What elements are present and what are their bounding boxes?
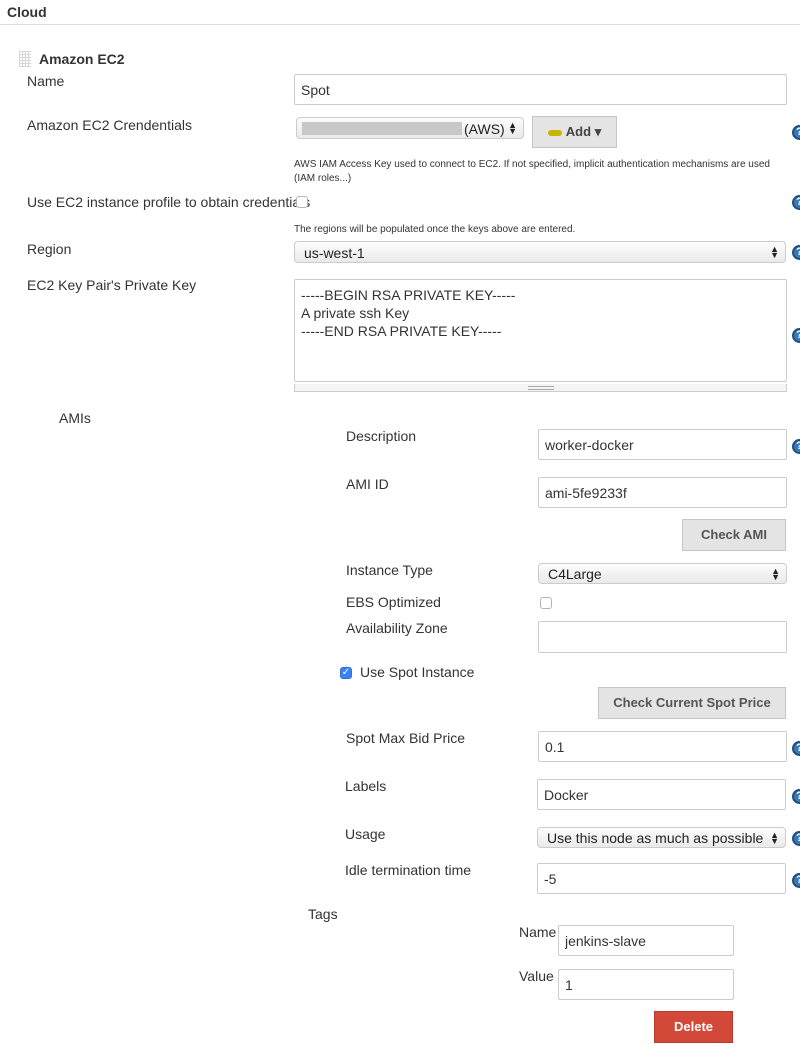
cloud-divider bbox=[0, 24, 800, 25]
usage-select[interactable]: Use this node as much as possible ▲ ▼ bbox=[537, 827, 786, 848]
help-icon[interactable]: ? bbox=[792, 831, 800, 846]
key-icon bbox=[547, 129, 562, 136]
ebs-optimized-checkbox[interactable] bbox=[540, 597, 552, 609]
credentials-label: Amazon EC2 Crendentials bbox=[27, 117, 192, 133]
tag-value-input[interactable] bbox=[558, 969, 734, 1000]
help-icon[interactable]: ? bbox=[792, 741, 800, 756]
credentials-help-text: AWS IAM Access Key used to connect to EC… bbox=[294, 159, 770, 184]
ami-id-input[interactable] bbox=[538, 477, 787, 508]
ebs-optimized-label: EBS Optimized bbox=[346, 594, 441, 610]
credentials-select-value: (AWS) bbox=[464, 121, 505, 137]
description-label: Description bbox=[346, 428, 417, 444]
amis-label: AMIs bbox=[59, 410, 91, 426]
instance-type-label: Instance Type bbox=[346, 562, 433, 578]
select-arrows-icon: ▲ ▼ bbox=[770, 829, 779, 846]
availability-zone-label: Availability Zone bbox=[346, 620, 448, 636]
credentials-select[interactable]: (AWS) ▲ ▼ bbox=[296, 117, 524, 139]
tag-name-input[interactable] bbox=[558, 925, 734, 956]
help-icon[interactable]: ? bbox=[792, 789, 800, 804]
redacted-credential bbox=[302, 122, 462, 135]
spot-bid-input[interactable] bbox=[538, 731, 787, 762]
help-icon[interactable]: ? bbox=[792, 195, 800, 210]
check-spot-price-button[interactable]: Check Current Spot Price bbox=[598, 687, 786, 719]
check-ami-button[interactable]: Check AMI bbox=[682, 519, 786, 551]
regions-note: The regions will be populated once the k… bbox=[294, 224, 576, 235]
name-label: Name bbox=[27, 73, 65, 89]
instance-type-value: C4Large bbox=[548, 566, 602, 582]
region-select-value: us-west-1 bbox=[304, 245, 365, 261]
instance-type-select[interactable]: C4Large ▲ ▼ bbox=[538, 563, 787, 584]
select-arrows-icon: ▲ ▼ bbox=[508, 120, 517, 136]
private-key-label: EC2 Key Pair's Private Key bbox=[27, 277, 197, 293]
labels-label: Labels bbox=[345, 778, 387, 794]
spot-bid-label: Spot Max Bid Price bbox=[346, 730, 466, 746]
region-select[interactable]: us-west-1 ▲ ▼ bbox=[294, 241, 786, 263]
idle-termination-label: Idle termination time bbox=[345, 862, 472, 878]
private-key-textarea[interactable] bbox=[294, 279, 787, 382]
select-arrows-icon: ▲ ▼ bbox=[771, 565, 780, 582]
instance-profile-checkbox[interactable] bbox=[296, 196, 308, 208]
delete-tag-button[interactable]: Delete bbox=[654, 1011, 733, 1043]
availability-zone-input[interactable] bbox=[538, 621, 787, 653]
help-icon[interactable]: ? bbox=[792, 439, 800, 454]
resize-grip-icon bbox=[528, 386, 554, 390]
usage-value: Use this node as much as possible bbox=[547, 830, 764, 846]
idle-termination-input[interactable] bbox=[537, 863, 786, 894]
name-input[interactable] bbox=[294, 74, 787, 105]
chevron-down-icon: ▾ bbox=[594, 124, 602, 139]
add-credentials-button[interactable]: Add ▾ bbox=[532, 116, 617, 148]
help-icon[interactable]: ? bbox=[792, 328, 800, 343]
use-spot-instance-checkbox[interactable]: ✓ bbox=[340, 667, 352, 679]
instance-profile-label: Use EC2 instance profile to obtain crede… bbox=[27, 194, 311, 210]
tag-name-label: Name bbox=[519, 924, 557, 940]
use-spot-instance-label: Use Spot Instance bbox=[360, 664, 475, 680]
tags-label: Tags bbox=[308, 906, 338, 922]
region-label: Region bbox=[27, 241, 72, 257]
add-button-label: Add bbox=[565, 124, 592, 139]
labels-input[interactable] bbox=[537, 779, 786, 810]
select-arrows-icon: ▲ ▼ bbox=[770, 244, 779, 260]
drag-handle-icon[interactable] bbox=[19, 51, 31, 67]
help-icon[interactable]: ? bbox=[792, 245, 800, 260]
description-input[interactable] bbox=[538, 429, 787, 460]
help-icon[interactable]: ? bbox=[792, 125, 800, 140]
ami-id-label: AMI ID bbox=[346, 476, 389, 492]
tag-value-label: Value bbox=[519, 968, 554, 984]
ec2-title: Amazon EC2 bbox=[39, 51, 125, 67]
textarea-resize-bar[interactable] bbox=[294, 384, 787, 392]
cloud-section-title: Cloud bbox=[7, 4, 47, 20]
usage-label: Usage bbox=[345, 826, 386, 842]
help-icon[interactable]: ? bbox=[792, 873, 800, 888]
